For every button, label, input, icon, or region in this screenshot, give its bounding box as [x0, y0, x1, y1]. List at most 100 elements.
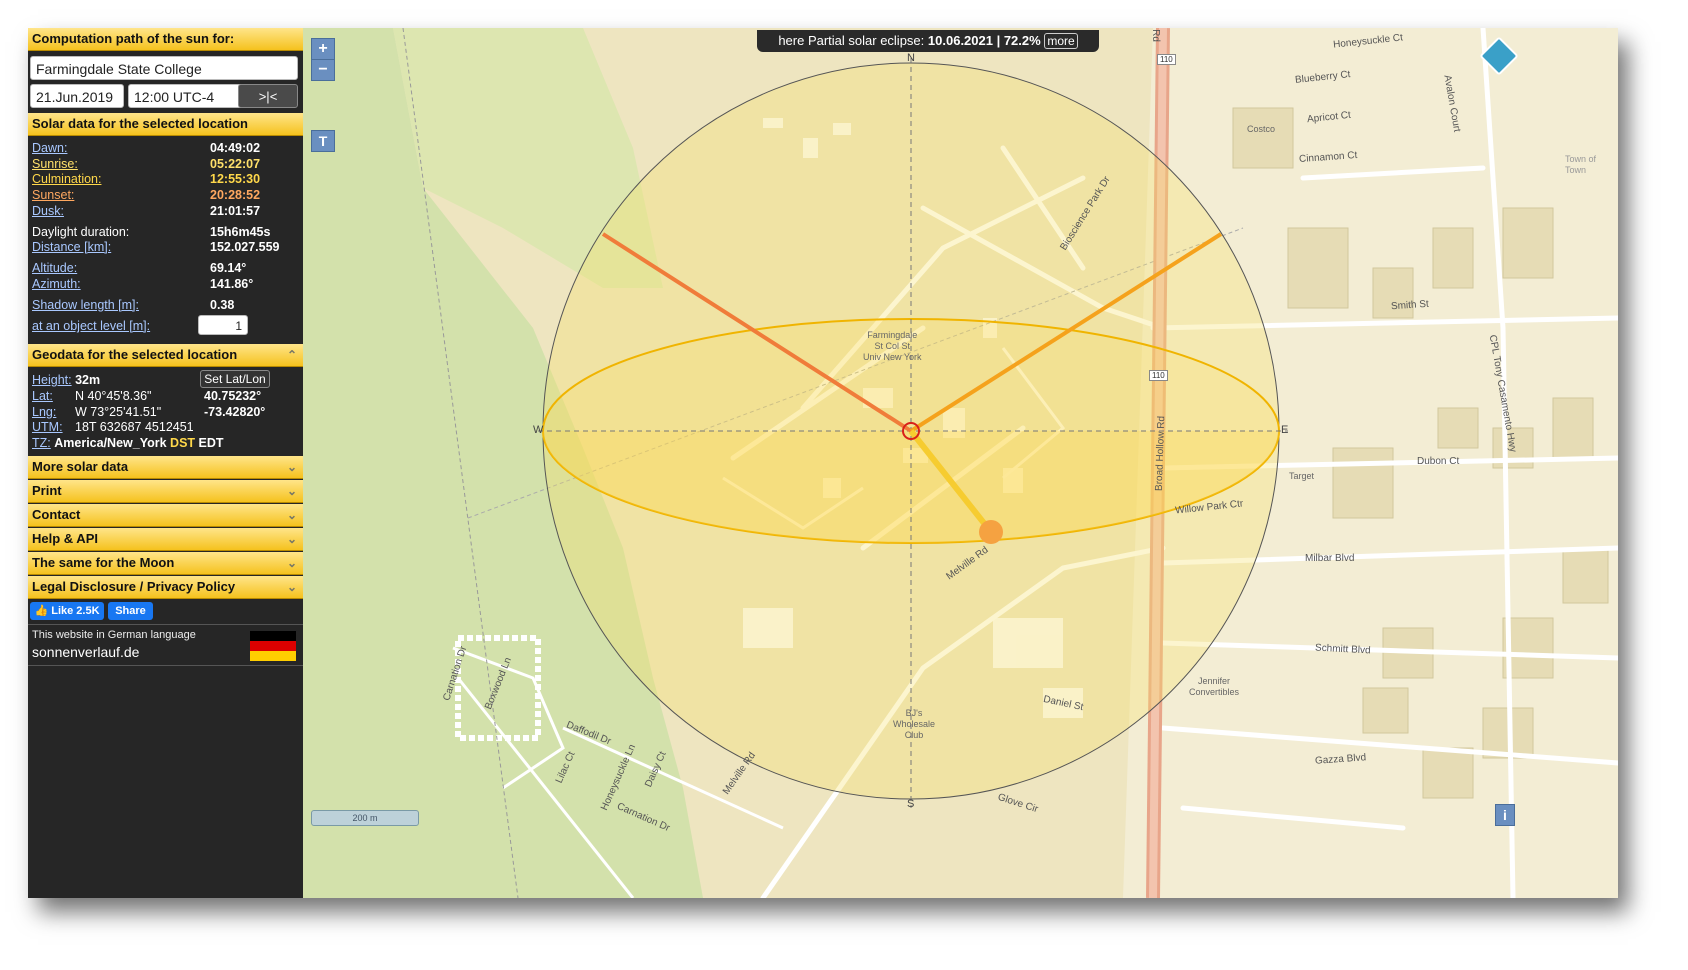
section-help-api[interactable]: Help & API ⌄: [28, 528, 303, 551]
now-button[interactable]: >|<: [238, 84, 298, 108]
dusk-value: 21:01:57: [210, 204, 261, 218]
terrain-toggle-button[interactable]: T: [311, 130, 335, 152]
altitude-row: Altitude: 69.14°: [32, 260, 299, 276]
dst-label: DST: [170, 436, 196, 450]
path-header: Computation path of the sun for:: [28, 28, 303, 51]
azimuth-label[interactable]: Azimuth:: [32, 276, 81, 292]
street-label: Rd: [1149, 29, 1161, 42]
object-level-input[interactable]: 1: [198, 315, 248, 335]
height-label[interactable]: Height:: [32, 373, 72, 387]
dusk-row: Dusk: 21:01:57: [32, 203, 299, 219]
expand-icon[interactable]: ⌄: [287, 504, 297, 526]
culmination-row: Culmination: 12:55:30: [32, 171, 299, 187]
thumbs-up-icon: 👍: [34, 605, 49, 617]
daylight-value: 15h6m45s: [210, 225, 271, 239]
utm-value: 18T 632687 4512451: [75, 420, 194, 434]
dusk-label[interactable]: Dusk:: [32, 203, 64, 219]
campus-label: Farmingdale St Col St Univ New York: [863, 330, 922, 362]
lng-decimal: -73.42820°: [204, 405, 266, 419]
sunset-label[interactable]: Sunset:: [32, 187, 74, 203]
street-label: Dubon Ct: [1417, 456, 1460, 467]
expand-icon[interactable]: ⌄: [287, 480, 297, 502]
section-label: Contact: [32, 507, 81, 522]
expand-icon[interactable]: ⌄: [287, 576, 297, 598]
costco-label: Costco: [1247, 124, 1276, 134]
zoom-out-button[interactable]: −: [311, 59, 335, 81]
distance-value: 152.027.559: [210, 240, 280, 254]
map-view[interactable]: N S E W Farmingdale St Col St Univ New Yor…: [303, 28, 1618, 898]
compass-south: S: [907, 798, 915, 810]
shadow-label[interactable]: Shadow length [m]:: [32, 297, 139, 313]
azimuth-row: Azimuth: 141.86°: [32, 276, 299, 292]
expand-icon[interactable]: ⌄: [287, 456, 297, 478]
german-text: This website in German language: [32, 629, 196, 641]
compass-west: W: [533, 424, 544, 436]
date-input[interactable]: 21.Jun.2019: [30, 84, 124, 108]
section-legal[interactable]: Legal Disclosure / Privacy Policy ⌄: [28, 576, 303, 599]
german-flag-icon: [250, 631, 296, 661]
culmination-label[interactable]: Culmination:: [32, 171, 101, 187]
set-latlon-button[interactable]: Set Lat/Lon: [200, 370, 270, 388]
german-site: sonnenverlauf.de: [32, 644, 140, 660]
section-label: Help & API: [32, 531, 98, 546]
section-label: Print: [32, 483, 62, 498]
daylight-label: Daylight duration:: [32, 225, 130, 239]
object-label[interactable]: at an object level [m]:: [32, 318, 150, 334]
daylight-row: Daylight duration: 15h6m45s: [32, 224, 299, 240]
lat-decimal: 40.75232°: [204, 389, 262, 403]
town-label: Town of Town: [1565, 154, 1597, 175]
distance-row: Distance [km]: 152.027.559: [32, 239, 299, 255]
geo-header[interactable]: Geodata for the selected location ⌃: [28, 344, 303, 367]
shadow-value: 0.38: [210, 298, 235, 312]
info-button[interactable]: i: [1495, 804, 1515, 826]
app-frame: Computation path of the sun for: Farming…: [28, 28, 1618, 898]
like-button[interactable]: 👍 Like 2.5K: [30, 602, 104, 620]
zoom-in-button[interactable]: +: [311, 38, 335, 60]
path-header-label: Computation path of the sun for:: [32, 31, 235, 46]
section-print[interactable]: Print ⌄: [28, 480, 303, 503]
collapse-up-icon[interactable]: ⌃: [287, 344, 297, 366]
time-input[interactable]: 12:00 UTC-4: [128, 84, 246, 108]
german-link[interactable]: This website in German language sonnenve…: [28, 624, 303, 666]
section-more-solar[interactable]: More solar data ⌄: [28, 456, 303, 479]
dawn-label[interactable]: Dawn:: [32, 140, 67, 156]
geo-header-label: Geodata for the selected location: [32, 347, 238, 362]
culmination-value: 12:55:30: [210, 172, 261, 186]
section-label: The same for the Moon: [32, 555, 175, 570]
tz-value: America/New_York: [54, 436, 167, 450]
sunrise-value: 05:22:07: [210, 157, 261, 171]
route-shield: 110: [1149, 370, 1168, 381]
tz-label[interactable]: TZ:: [32, 436, 51, 450]
share-button[interactable]: Share: [108, 602, 153, 620]
like-label: Like 2.5K: [51, 605, 100, 617]
lat-label[interactable]: Lat:: [32, 389, 53, 403]
eclipse-more-button[interactable]: more: [1044, 33, 1078, 49]
lng-row: Lng: W 73°25'41.51" -73.42820°: [32, 404, 299, 420]
utm-label[interactable]: UTM:: [32, 420, 63, 434]
utm-row: UTM: 18T 632687 4512451: [32, 419, 299, 435]
lat-dms: N 40°45'8.36": [75, 389, 152, 403]
sunrise-row: Sunrise: 05:22:07: [32, 156, 299, 172]
section-label: Legal Disclosure / Privacy Policy: [32, 579, 236, 594]
location-input[interactable]: Farmingdale State College: [30, 56, 298, 80]
azimuth-value: 141.86°: [210, 277, 254, 291]
compass-north: N: [907, 52, 915, 64]
sunrise-label[interactable]: Sunrise:: [32, 156, 78, 172]
sunset-value: 20:28:52: [210, 188, 261, 202]
altitude-label[interactable]: Altitude:: [32, 260, 77, 276]
section-contact[interactable]: Contact ⌄: [28, 504, 303, 527]
section-label: More solar data: [32, 459, 129, 474]
lng-dms: W 73°25'41.51": [75, 405, 162, 419]
lng-label[interactable]: Lng:: [32, 405, 56, 419]
height-row: Height: 32m: [32, 372, 100, 388]
sunset-row: Sunset: 20:28:52: [32, 187, 299, 203]
solar-header-label: Solar data for the selected location: [32, 116, 248, 131]
expand-icon[interactable]: ⌄: [287, 552, 297, 574]
shadow-row: Shadow length [m]: 0.38: [32, 297, 299, 313]
distance-label[interactable]: Distance [km]:: [32, 239, 111, 255]
edt-label: EDT: [198, 436, 224, 450]
dawn-row: Dawn: 04:49:02: [32, 140, 299, 156]
expand-icon[interactable]: ⌄: [287, 528, 297, 550]
section-moon[interactable]: The same for the Moon ⌄: [28, 552, 303, 575]
street-label: Milbar Blvd: [1305, 553, 1355, 564]
